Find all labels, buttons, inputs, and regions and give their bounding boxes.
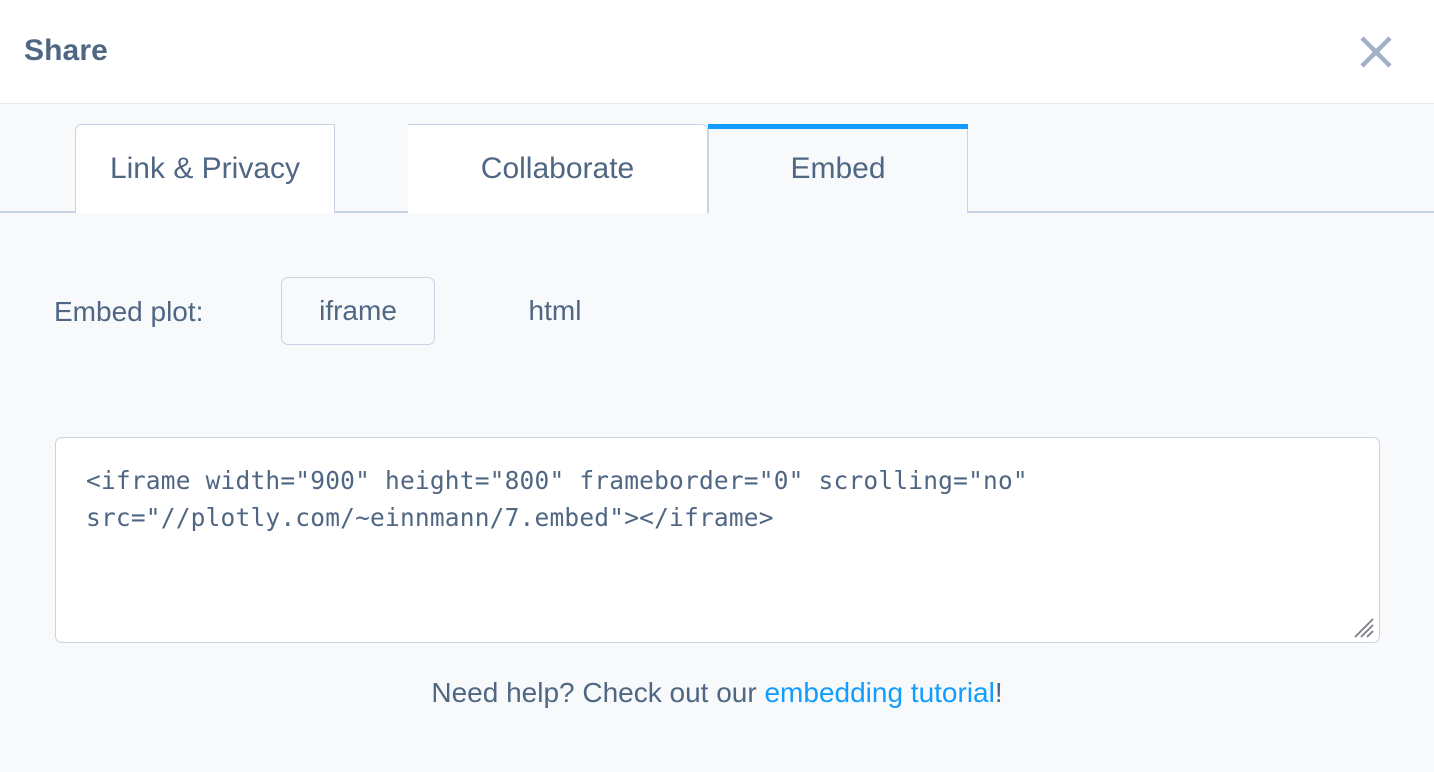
embed-code-textarea[interactable] <box>84 460 1363 624</box>
tab-bar: Link & Privacy Collaborate Embed <box>0 105 1434 213</box>
tab-embed[interactable]: Embed <box>708 124 968 213</box>
embedding-tutorial-link[interactable]: embedding tutorial <box>764 677 994 708</box>
close-button[interactable] <box>1352 28 1400 76</box>
help-suffix: ! <box>994 677 1003 708</box>
dialog-title: Share <box>24 34 108 67</box>
resize-grip-icon[interactable] <box>1349 613 1375 639</box>
tab-collaborate[interactable]: Collaborate <box>408 124 708 213</box>
embed-code-container[interactable] <box>55 437 1380 643</box>
help-text: Need help? Check out our embedding tutor… <box>0 673 1434 713</box>
embed-plot-label: Embed plot: <box>54 296 204 327</box>
embed-panel: Embed plot: iframe html Need help? Check… <box>0 213 1434 772</box>
share-dialog: Share Link & Privacy Collaborate Embed E… <box>0 0 1434 772</box>
dialog-header: Share <box>0 0 1434 104</box>
format-option-html[interactable]: html <box>498 277 612 345</box>
format-option-iframe[interactable]: iframe <box>281 277 435 345</box>
tab-link-and-privacy[interactable]: Link & Privacy <box>75 124 335 213</box>
format-option-label: html <box>528 295 582 326</box>
tab-label: Collaborate <box>480 152 635 185</box>
tab-label: Link & Privacy <box>109 152 301 185</box>
help-prefix: Need help? Check out our <box>431 677 765 708</box>
close-icon <box>1360 36 1392 68</box>
resize-grip-glyph <box>1354 618 1374 638</box>
tab-label: Embed <box>790 151 886 185</box>
format-option-label: iframe <box>319 295 397 326</box>
embed-format-row: Embed plot: iframe html <box>0 277 1434 347</box>
